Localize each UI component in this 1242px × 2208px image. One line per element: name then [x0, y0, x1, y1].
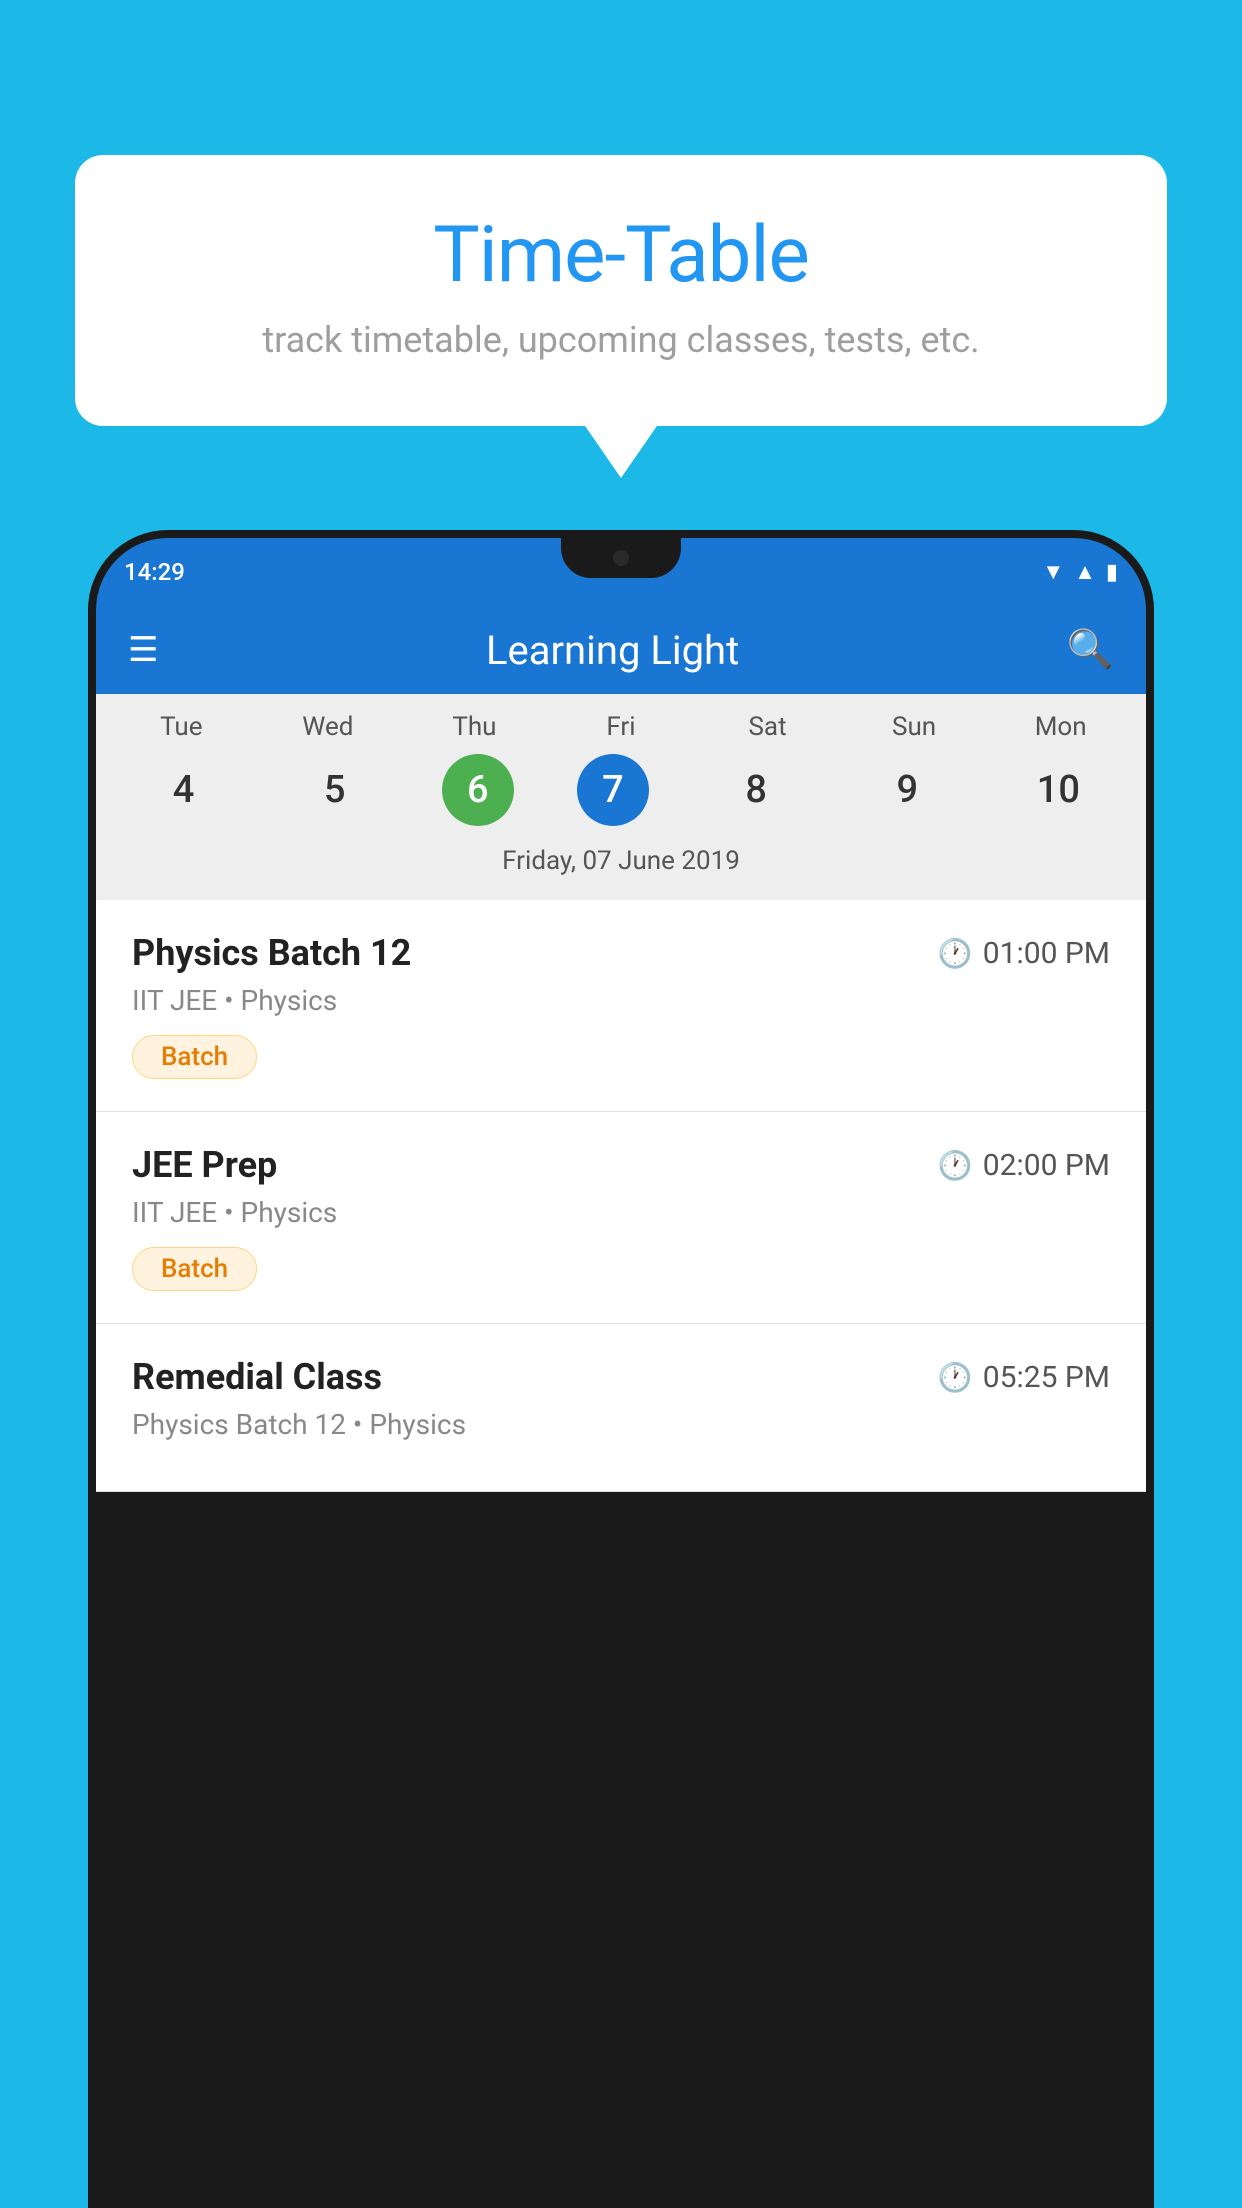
- item-header-1: Physics Batch 12 🕐 01:00 PM: [132, 932, 1110, 974]
- clock-icon-1: 🕐: [938, 937, 973, 970]
- phone-mockup: 14:29 ▼ ▲ ▮ ☰ Learning Light 🔍 Tue Wed T…: [88, 530, 1154, 2208]
- notch: [561, 538, 681, 578]
- day-header-fri[interactable]: Fri: [577, 712, 665, 742]
- search-icon[interactable]: 🔍: [1067, 628, 1114, 672]
- clock-icon-3: 🕐: [938, 1361, 973, 1394]
- item-title-1: Physics Batch 12: [132, 932, 411, 974]
- day-10[interactable]: 10: [1014, 754, 1102, 826]
- day-5[interactable]: 5: [291, 754, 379, 826]
- bubble-subtitle: track timetable, upcoming classes, tests…: [135, 319, 1107, 361]
- item-header-2: JEE Prep 🕐 02:00 PM: [132, 1144, 1110, 1186]
- clock-icon-2: 🕐: [938, 1149, 973, 1182]
- battery-icon: ▮: [1106, 560, 1118, 585]
- day-8[interactable]: 8: [712, 754, 800, 826]
- calendar-strip: Tue Wed Thu Fri Sat Sun Mon 4 5 6 7 8 9 …: [96, 694, 1146, 900]
- schedule-container: Physics Batch 12 🕐 01:00 PM IIT JEE • Ph…: [96, 900, 1146, 1492]
- day-headers: Tue Wed Thu Fri Sat Sun Mon: [96, 712, 1146, 742]
- item-title-2: JEE Prep: [132, 1144, 277, 1186]
- signal-icon: ▲: [1074, 559, 1096, 585]
- schedule-item-3[interactable]: Remedial Class 🕐 05:25 PM Physics Batch …: [96, 1324, 1146, 1492]
- item-subtitle-2: IIT JEE • Physics: [132, 1196, 1110, 1229]
- item-time-1: 🕐 01:00 PM: [938, 936, 1110, 971]
- wifi-icon: ▼: [1042, 559, 1064, 585]
- status-bar: 14:29 ▼ ▲ ▮: [96, 538, 1146, 606]
- day-7-selected[interactable]: 7: [577, 754, 649, 826]
- item-time-2: 🕐 02:00 PM: [938, 1148, 1110, 1183]
- day-header-wed[interactable]: Wed: [284, 712, 372, 742]
- item-title-3: Remedial Class: [132, 1356, 382, 1398]
- item-subtitle-1: IIT JEE • Physics: [132, 984, 1110, 1017]
- selected-date: Friday, 07 June 2019: [96, 838, 1146, 892]
- day-numbers: 4 5 6 7 8 9 10: [96, 754, 1146, 826]
- batch-badge-1: Batch: [132, 1035, 257, 1079]
- status-time: 14:29: [124, 558, 185, 586]
- day-6-today[interactable]: 6: [442, 754, 514, 826]
- bubble-title: Time-Table: [135, 210, 1107, 301]
- batch-badge-2: Batch: [132, 1247, 257, 1291]
- speech-bubble: Time-Table track timetable, upcoming cla…: [75, 155, 1167, 426]
- day-header-mon[interactable]: Mon: [1017, 712, 1105, 742]
- app-title: Learning Light: [186, 627, 1038, 674]
- camera: [613, 550, 629, 566]
- day-4[interactable]: 4: [140, 754, 228, 826]
- item-time-3: 🕐 05:25 PM: [938, 1360, 1110, 1395]
- hamburger-icon[interactable]: ☰: [128, 633, 158, 667]
- day-header-sun[interactable]: Sun: [870, 712, 958, 742]
- item-header-3: Remedial Class 🕐 05:25 PM: [132, 1356, 1110, 1398]
- day-header-sat[interactable]: Sat: [724, 712, 812, 742]
- status-icons: ▼ ▲ ▮: [1042, 559, 1118, 585]
- schedule-item-2[interactable]: JEE Prep 🕐 02:00 PM IIT JEE • Physics Ba…: [96, 1112, 1146, 1324]
- app-bar: ☰ Learning Light 🔍: [96, 606, 1146, 694]
- day-header-tue[interactable]: Tue: [137, 712, 225, 742]
- day-9[interactable]: 9: [863, 754, 951, 826]
- phone-inner: 14:29 ▼ ▲ ▮ ☰ Learning Light 🔍 Tue Wed T…: [96, 538, 1146, 1492]
- day-header-thu[interactable]: Thu: [430, 712, 518, 742]
- item-subtitle-3: Physics Batch 12 • Physics: [132, 1408, 1110, 1441]
- schedule-item-1[interactable]: Physics Batch 12 🕐 01:00 PM IIT JEE • Ph…: [96, 900, 1146, 1112]
